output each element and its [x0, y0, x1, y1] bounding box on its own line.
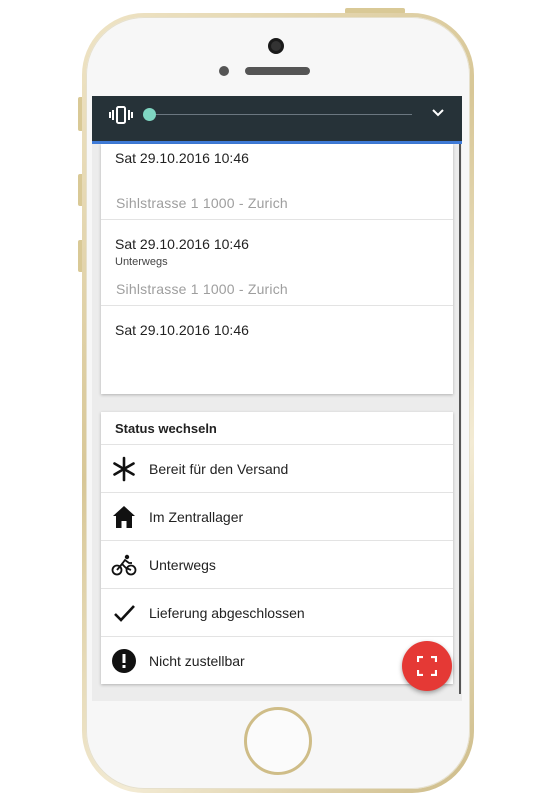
check-icon [114, 605, 135, 622]
status-option-label: Lieferung abgeschlossen [149, 605, 305, 621]
vibrate-icon[interactable] [109, 105, 133, 125]
history-entry[interactable]: Sat 29.10.2016 10:46 [101, 306, 453, 394]
history-date: Sat 29.10.2016 10:46 [115, 322, 249, 338]
home-button[interactable] [244, 707, 312, 775]
slider-track[interactable] [150, 114, 412, 115]
status-card-header: Status wechseln [101, 412, 453, 445]
status-option-delivered[interactable]: Lieferung abgeschlossen [101, 589, 453, 637]
status-option-label: Im Zentrallager [149, 509, 244, 525]
scan-frame-icon [417, 656, 437, 676]
top-toolbar [92, 96, 462, 144]
history-entry[interactable]: Sat 29.10.2016 10:46 Unterwegs Sihlstras… [101, 220, 453, 306]
asterisk-icon [113, 456, 135, 482]
status-option-label: Bereit für den Versand [149, 461, 289, 477]
status-option-undeliverable[interactable]: Nicht zustellbar [101, 637, 453, 685]
history-date: Sat 29.10.2016 10:46 [115, 236, 249, 252]
alert-icon [112, 649, 136, 673]
scan-button[interactable] [402, 641, 452, 691]
status-option-in-transit[interactable]: Unterwegs [101, 541, 453, 589]
home-icon [113, 506, 135, 528]
status-option-warehouse[interactable]: Im Zentrallager [101, 493, 453, 541]
bike-icon [111, 554, 137, 576]
status-option-label: Nicht zustellbar [149, 653, 245, 669]
app-screen: Sat 29.10.2016 10:46 Sihlstrasse 1 1000 … [92, 96, 462, 701]
slider-thumb[interactable] [143, 108, 156, 121]
history-address: Sihlstrasse 1 1000 - Zurich [116, 281, 288, 297]
status-option-label: Unterwegs [149, 557, 216, 573]
scrollbar[interactable] [459, 144, 461, 694]
status-option-ready[interactable]: Bereit für den Versand [101, 445, 453, 493]
earpiece-speaker [245, 67, 310, 75]
status-change-card: Status wechseln Bereit für den Versand I… [101, 412, 453, 684]
proximity-sensor [219, 66, 229, 76]
history-date: Sat 29.10.2016 10:46 [115, 150, 249, 166]
history-status: Unterwegs [115, 256, 168, 268]
status-card-title: Status wechseln [115, 421, 217, 436]
status-history-card: Sat 29.10.2016 10:46 Sihlstrasse 1 1000 … [101, 144, 453, 394]
history-entry[interactable]: Sat 29.10.2016 10:46 Sihlstrasse 1 1000 … [101, 144, 453, 220]
history-address: Sihlstrasse 1 1000 - Zurich [116, 195, 288, 211]
chevron-down-icon[interactable] [431, 108, 445, 118]
front-camera [268, 38, 284, 54]
